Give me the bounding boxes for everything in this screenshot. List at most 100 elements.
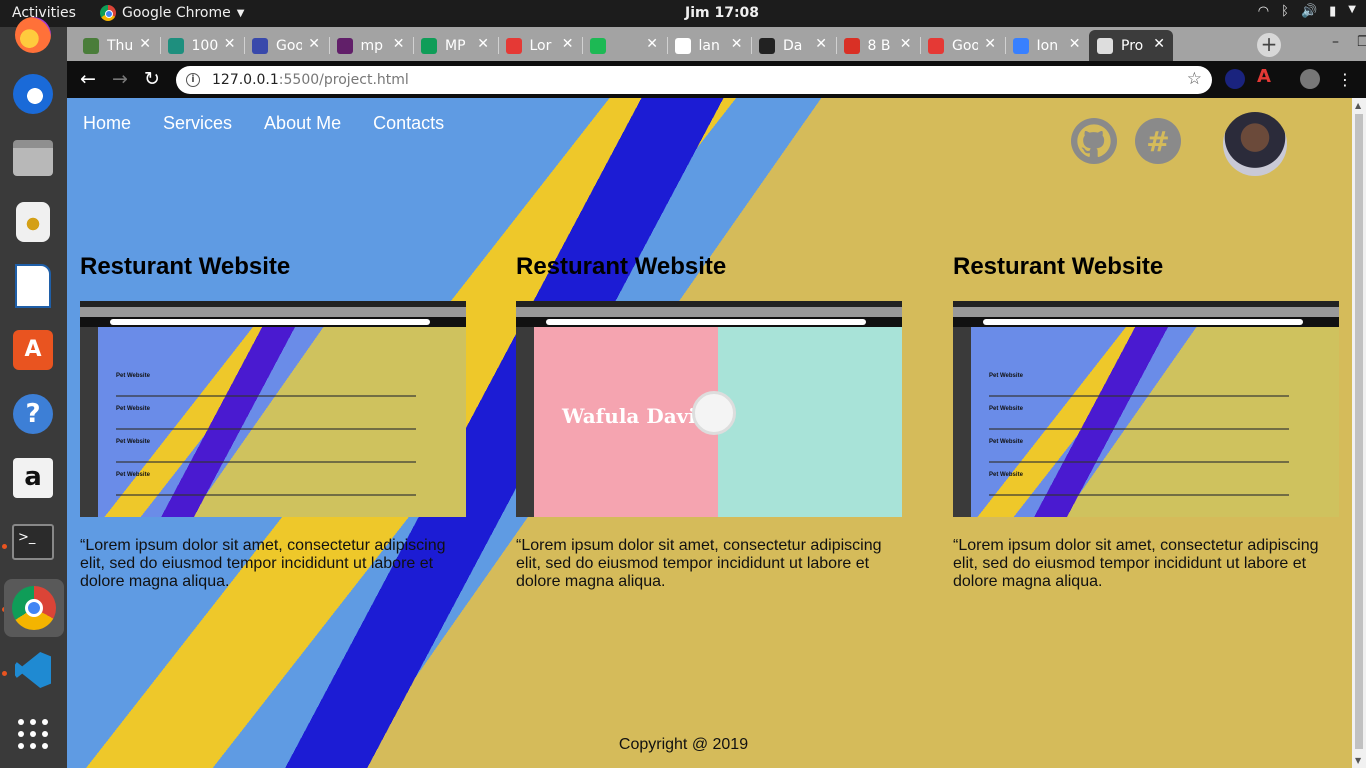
close-tab-icon[interactable]: ✕ [731,36,743,52]
nav-contacts[interactable]: Contacts [373,113,444,134]
firefox-icon[interactable] [10,17,56,57]
github-icon [759,37,775,54]
google-chrome-icon[interactable] [4,579,64,637]
google-icon [674,37,691,54]
calendar-24-icon [252,37,268,54]
close-tab-icon[interactable]: ✕ [477,36,489,52]
amazon-icon[interactable]: a [10,455,56,501]
angular-extension-icon[interactable]: A [1257,66,1277,87]
browser-tab[interactable]: Goo ✕ [244,30,328,61]
avatar[interactable] [1223,112,1287,176]
tree-icon [83,37,99,54]
project-screenshot[interactable]: Pet Website Pet Website Pet Website Pet Web… [953,301,1339,517]
preview-name: Wafula Davis [562,404,708,428]
close-tab-icon[interactable]: ✕ [224,36,236,52]
forward-arrow-icon[interactable]: → [112,68,128,90]
browser-tab[interactable]: mp ✕ [328,30,413,61]
preview-label: Pet Website [116,406,150,412]
scroll-down-icon[interactable]: ▼ [1355,756,1361,765]
nav-services[interactable]: Services [163,113,232,134]
system-tray[interactable]: ◠ ᛒ 🔊 ▮ ▼ [1258,4,1356,19]
activities-button[interactable]: Activities [12,5,76,21]
nav-home[interactable]: Home [83,113,131,134]
preview-label: Pet Website [989,439,1023,445]
back-arrow-icon[interactable]: ← [80,68,96,90]
slack-icon[interactable]: # [1135,118,1181,164]
browser-tab[interactable]: MP ✕ [413,30,497,61]
browser-tab[interactable]: 8 B ✕ [835,30,920,61]
browser-tab[interactable]: Thu ✕ [75,30,159,61]
globe-icon [1097,37,1113,54]
close-tab-icon[interactable]: ✕ [1153,36,1165,52]
tab-label: Da [783,37,803,54]
clock[interactable]: Jim 17:08 [685,5,759,21]
scrollbar-thumb[interactable] [1355,114,1363,749]
project-card: Resturant Website Wafula Davis “Lorem ipsu… [516,253,902,591]
tab-label: 100 [191,37,218,54]
close-tab-icon[interactable]: ✕ [984,36,996,52]
project-screenshot[interactable]: Wafula Davis [516,301,902,517]
address-bar[interactable]: i 127.0.0.1:5500/project.html ☆ [176,66,1212,94]
project-description: “Lorem ipsum dolor sit amet, consectetur… [953,537,1319,590]
gmail-m-icon [843,37,860,54]
minimize-button[interactable]: – [1332,34,1339,50]
show-applications-icon[interactable] [10,711,56,757]
help-icon[interactable]: ? [10,391,56,437]
close-tab-icon[interactable]: ✕ [308,36,320,52]
chevron-down-icon: ▼ [1348,4,1356,15]
browser-tab[interactable]: Goo ✕ [920,30,1004,61]
page-scrollbar[interactable]: ▲ ▼ [1352,98,1366,768]
browser-tab[interactable]: lan ✕ [666,30,751,61]
rhythmbox-icon[interactable] [10,199,56,245]
wifi-icon: ◠ [1257,4,1270,19]
project-description: “Lorem ipsum dolor sit amet, consectetur… [516,537,882,590]
files-icon[interactable] [10,135,56,181]
browser-tab[interactable]: Lor ✕ [497,30,582,61]
close-tab-icon[interactable]: ✕ [1069,36,1081,52]
terminal-icon[interactable]: >_ [10,519,56,565]
close-tab-icon[interactable]: ✕ [900,36,912,52]
scroll-up-icon[interactable]: ▲ [1355,101,1361,110]
new-tab-button[interactable]: + [1257,33,1281,57]
preview-label: Pet Website [116,439,150,445]
browser-tab[interactable]: ✕ [582,30,666,61]
maximize-button[interactable]: ❐ [1357,34,1366,50]
browser-tab[interactable]: 100 ✕ [159,30,244,61]
ubuntu-software-icon[interactable]: A [10,327,56,373]
close-tab-icon[interactable]: ✕ [646,36,658,52]
close-tab-icon[interactable]: ✕ [562,36,574,52]
chevron-down-icon: ▼ [236,7,245,19]
url-host: 127.0.0.1 [212,72,279,88]
vscode-icon[interactable] [10,647,56,693]
bluetooth-icon: ᛒ [1281,4,1289,19]
nav-about-me[interactable]: About Me [264,113,341,134]
project-screenshot[interactable]: Pet Website Pet Website Pet Website Pet Web… [80,301,466,517]
extension-icon[interactable] [1225,69,1245,89]
project-card: Resturant Website Pet Website Pet Website P… [80,253,466,591]
info-icon[interactable]: i [186,73,200,87]
tab-label: Pro [1121,37,1144,54]
more-menu-icon[interactable]: ⋮ [1337,70,1353,89]
project-title: Resturant Website [953,253,1164,280]
github-icon[interactable] [1071,118,1117,164]
close-tab-icon[interactable]: ✕ [139,36,151,52]
dock: A ? a >_ [0,17,67,768]
url-path: :5500/project.html [278,72,409,88]
profile-avatar-icon[interactable] [1300,69,1320,89]
preview-label: Pet Website [989,472,1023,478]
bookmark-star-icon[interactable]: ☆ [1187,69,1202,89]
system-top-bar: Activities Google Chrome ▼ Jim 17:08 ◠ ᛒ… [0,0,1366,27]
browser-tab[interactable]: Da ✕ [751,30,835,61]
app-menu[interactable]: Google Chrome ▼ [100,5,244,21]
tab-strip: Thu ✕ 100 ✕ Goo ✕ mp ✕ MP ✕ Lor ✕ ✕ lan ✕ Da ✕ 8 B ✕ Goo ✕ Io… [67,27,1366,61]
browser-tab[interactable]: Pro ✕ [1089,30,1173,61]
browser-tab[interactable]: Ion ✕ [1004,30,1089,61]
libreoffice-writer-icon[interactable] [10,263,56,309]
tab-label: Thu [107,37,133,54]
preview-label: Pet Website [116,472,150,478]
project-title: Resturant Website [516,253,727,280]
reload-icon[interactable]: ↻ [144,68,160,90]
close-tab-icon[interactable]: ✕ [815,36,827,52]
close-tab-icon[interactable]: ✕ [393,36,405,52]
thunderbird-icon[interactable] [10,71,56,117]
